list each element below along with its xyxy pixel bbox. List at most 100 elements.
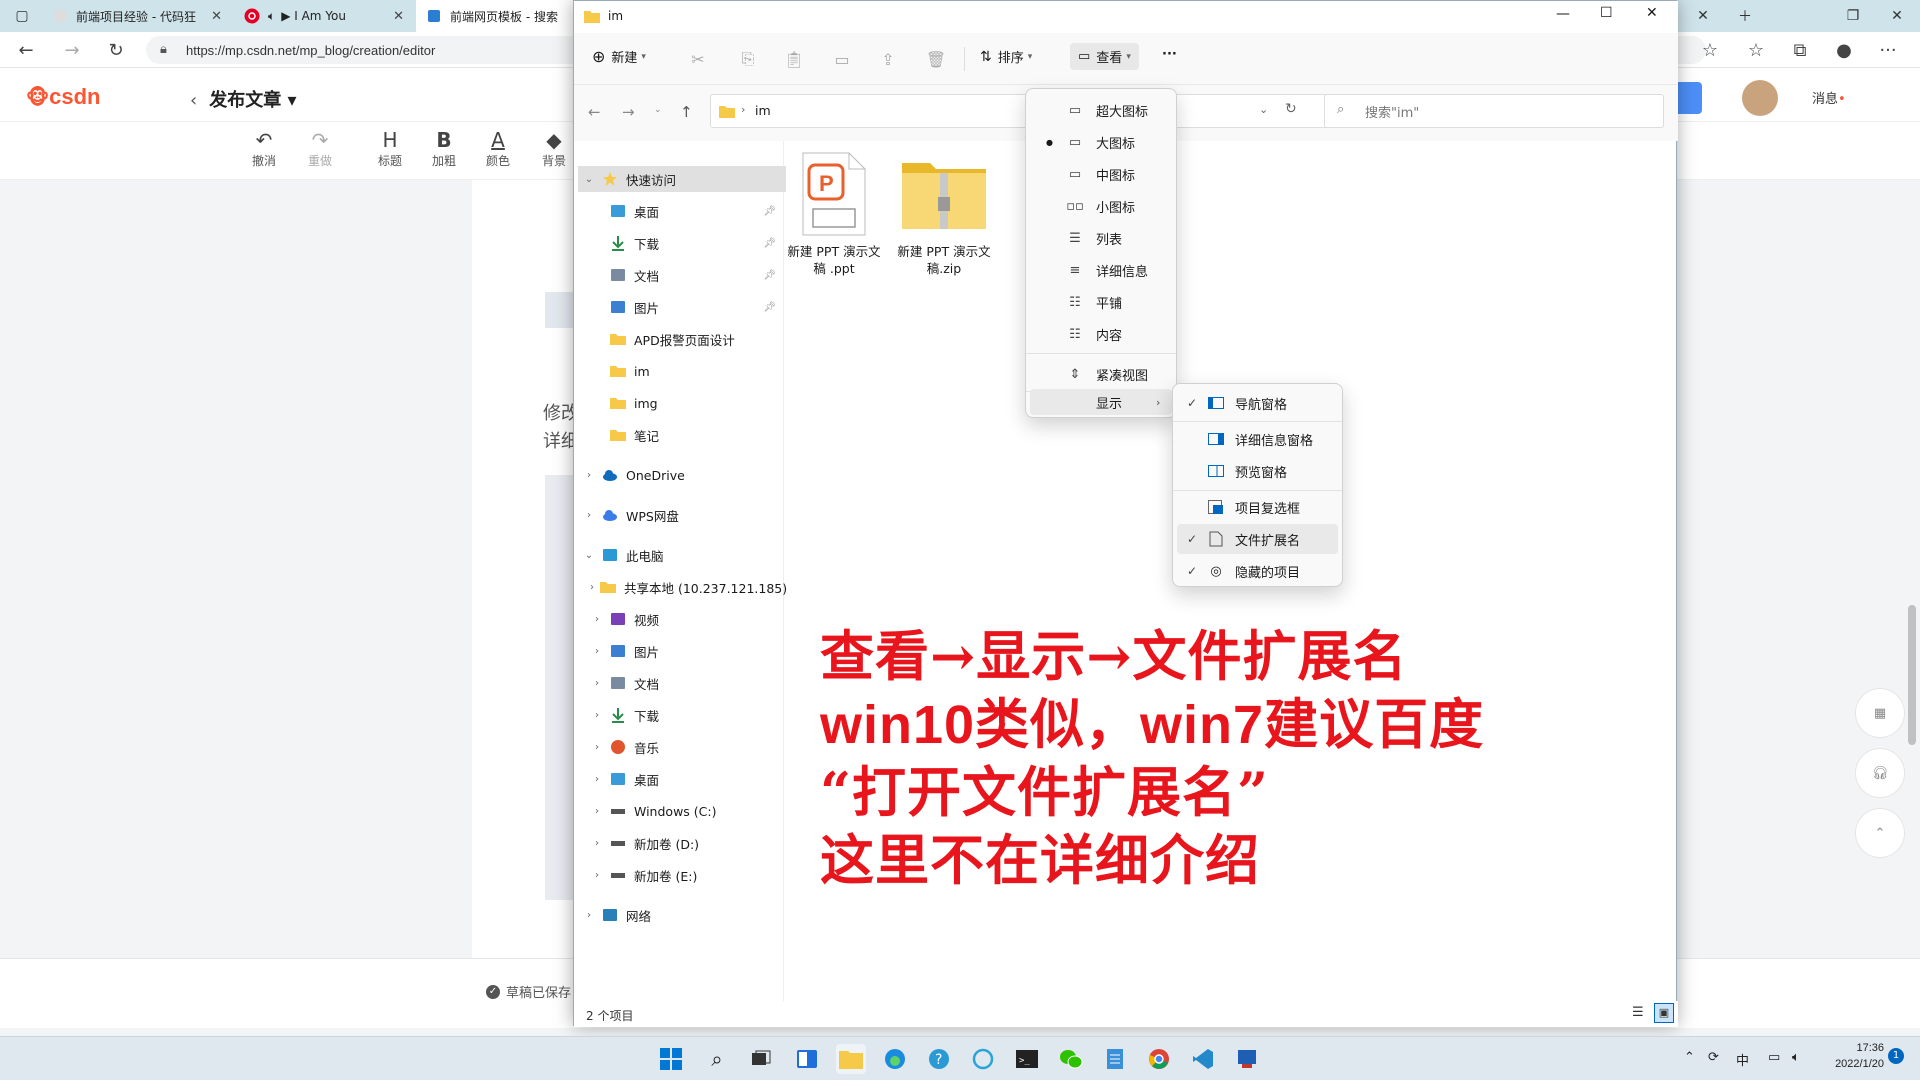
refresh-icon[interactable]: ↻: [102, 36, 130, 64]
profile-icon[interactable]: ●: [1830, 36, 1858, 64]
sidebar-item[interactable]: › 网络: [578, 902, 786, 928]
undo-button[interactable]: ↶ 撤消: [244, 128, 284, 169]
lock-icon[interactable]: 🔒︎: [160, 41, 167, 57]
sidebar-item[interactable]: img: [578, 390, 786, 416]
menu-item-extra-large-icons[interactable]: ▭ 超大图标: [1030, 95, 1172, 125]
menu-item-list[interactable]: ☰ 列表: [1030, 223, 1172, 253]
sidebar-item[interactable]: im: [578, 358, 786, 384]
cut-icon[interactable]: ✂: [686, 47, 710, 71]
file-item-ppt[interactable]: P 新建 PPT 演示文稿 .ppt: [784, 151, 884, 277]
chat-icon[interactable]: [968, 1044, 998, 1074]
menu-item-compact-view[interactable]: ⇕ 紧凑视图: [1030, 359, 1172, 389]
up-icon[interactable]: ↑: [680, 103, 693, 121]
copy-icon[interactable]: ⎘: [736, 47, 760, 71]
bold-button[interactable]: B 加粗: [424, 128, 464, 169]
headset-icon[interactable]: 🎧︎: [1855, 748, 1905, 798]
collections-icon[interactable]: ⧉: [1786, 36, 1814, 64]
widgets-icon[interactable]: [792, 1044, 822, 1074]
large-icons-view-icon[interactable]: ▣: [1654, 1003, 1674, 1023]
browser-tab-2[interactable]: 🔈︎ ▶ I Am You ✕: [234, 0, 414, 32]
ime-indicator[interactable]: 中: [1736, 1050, 1749, 1069]
menu-item-content[interactable]: ☷ 内容: [1030, 319, 1172, 349]
sidebar-item[interactable]: 笔记: [578, 422, 786, 448]
sidebar-item[interactable]: 图片 📌︎: [578, 294, 786, 320]
menu-item-large-icons[interactable]: ● ▭ 大图标: [1030, 127, 1172, 157]
close-tab-icon[interactable]: ✕: [393, 9, 404, 24]
chevron-up-icon[interactable]: ⌃: [1684, 1050, 1695, 1065]
menu-item-item-checkboxes[interactable]: 项目复选框: [1177, 492, 1338, 522]
restore-window-icon[interactable]: ❐: [1830, 0, 1876, 32]
color-button[interactable]: A 颜色: [478, 128, 518, 169]
chevron-right-icon[interactable]: ›: [590, 838, 604, 849]
menu-item-details-pane[interactable]: 详细信息窗格: [1177, 424, 1338, 454]
sidebar-item[interactable]: › WPS网盘: [578, 502, 786, 528]
paste-icon[interactable]: 📋︎: [782, 47, 806, 71]
share-icon[interactable]: ⇪: [876, 47, 900, 71]
file-item-zip[interactable]: 新建 PPT 演示文稿.zip: [894, 151, 994, 277]
favorites-icon[interactable]: ☆: [1742, 36, 1770, 64]
back-to-top-icon[interactable]: ⌃: [1855, 808, 1905, 858]
sidebar-item[interactable]: › 图片: [578, 638, 786, 664]
chrome-icon[interactable]: [1144, 1044, 1174, 1074]
vscode-icon[interactable]: [1188, 1044, 1218, 1074]
terminal-icon[interactable]: >_: [1012, 1044, 1042, 1074]
view-button[interactable]: ▭ 查看 ▾: [1070, 43, 1139, 70]
sidebar-item[interactable]: ⌄ 快速访问: [578, 166, 786, 192]
edge-icon[interactable]: [880, 1044, 910, 1074]
more-options-button[interactable]: ···: [1162, 47, 1177, 62]
menu-item-small-icons[interactable]: ▫▫ 小图标: [1030, 191, 1172, 221]
sidebar-item[interactable]: › 文档: [578, 670, 786, 696]
sidebar-item[interactable]: › 共享本地 (10.237.121.185): [578, 574, 787, 600]
back-icon[interactable]: ←: [588, 103, 601, 121]
sidebar-item[interactable]: › 新加卷 (D:): [578, 830, 786, 856]
search-icon[interactable]: ⌕: [702, 1044, 732, 1074]
heading-button[interactable]: H 标题: [370, 128, 410, 169]
chevron-right-icon[interactable]: ›: [590, 646, 604, 657]
new-button[interactable]: ⊕ 新建 ▾: [592, 47, 646, 66]
close-tab-icon[interactable]: ✕: [1680, 0, 1726, 32]
sidebar-item[interactable]: › OneDrive: [578, 462, 786, 488]
sidebar-item[interactable]: › 音乐: [578, 734, 786, 760]
help-icon[interactable]: ?: [924, 1044, 954, 1074]
sidebar-item[interactable]: › 视频: [578, 606, 786, 632]
chevron-right-icon[interactable]: ›: [590, 614, 604, 625]
avatar[interactable]: [1742, 80, 1778, 116]
background-button[interactable]: ◆ 背景: [534, 128, 574, 169]
refresh-icon[interactable]: ↻: [1285, 101, 1297, 117]
chevron-left-icon[interactable]: ‹: [190, 90, 197, 111]
sort-button[interactable]: ⇅ 排序 ▾: [980, 47, 1032, 67]
breadcrumb-item[interactable]: im: [755, 103, 771, 118]
menu-item-medium-icons[interactable]: ▭ 中图标: [1030, 159, 1172, 189]
browser-tab-1[interactable]: 前端项目经验 - 代码狂 ✕: [42, 0, 232, 32]
menu-icon[interactable]: ···: [1874, 36, 1902, 64]
volume-mute-icon[interactable]: 🔈︎: [1792, 1050, 1800, 1065]
delete-icon[interactable]: 🗑︎: [924, 47, 948, 71]
csdn-logo[interactable]: 🐵︎csdn: [26, 84, 100, 110]
close-window-icon[interactable]: ✕: [1874, 0, 1920, 32]
menu-item-file-extensions[interactable]: ✓ 文件扩展名: [1177, 524, 1338, 554]
back-icon[interactable]: ←: [12, 36, 40, 64]
chevron-right-icon[interactable]: ›: [590, 582, 594, 593]
sidebar-item[interactable]: ⌄ 此电脑: [578, 542, 786, 568]
clock[interactable]: 17:36 2022/1/20: [1812, 1040, 1884, 1072]
sidebar-item[interactable]: 下载 📌︎: [578, 230, 786, 256]
wechat-icon[interactable]: [1056, 1044, 1086, 1074]
page-scrollbar[interactable]: [1908, 605, 1916, 745]
forward-icon[interactable]: →: [622, 103, 635, 121]
new-tab-icon[interactable]: ＋: [1722, 0, 1768, 32]
close-icon[interactable]: ✕: [1646, 5, 1658, 21]
details-view-icon[interactable]: ☰: [1632, 1005, 1644, 1020]
rename-icon[interactable]: ▭: [830, 47, 854, 71]
qrcode-icon[interactable]: ▦: [1855, 688, 1905, 738]
sidebar-item[interactable]: › Windows (C:): [578, 798, 786, 824]
chevron-down-icon[interactable]: ⌄: [1259, 103, 1268, 116]
page-title[interactable]: ‹ 发布文章 ▾: [190, 86, 297, 112]
chevron-right-icon[interactable]: ›: [582, 510, 596, 521]
chevron-right-icon[interactable]: ›: [590, 774, 604, 785]
chevron-right-icon[interactable]: ›: [590, 870, 604, 881]
messages-link[interactable]: 消息•: [1812, 88, 1846, 107]
chevron-right-icon[interactable]: ›: [590, 806, 604, 817]
notification-badge[interactable]: 1: [1888, 1048, 1904, 1064]
close-tab-icon[interactable]: ✕: [211, 9, 222, 24]
chevron-right-icon[interactable]: ›: [590, 710, 604, 721]
